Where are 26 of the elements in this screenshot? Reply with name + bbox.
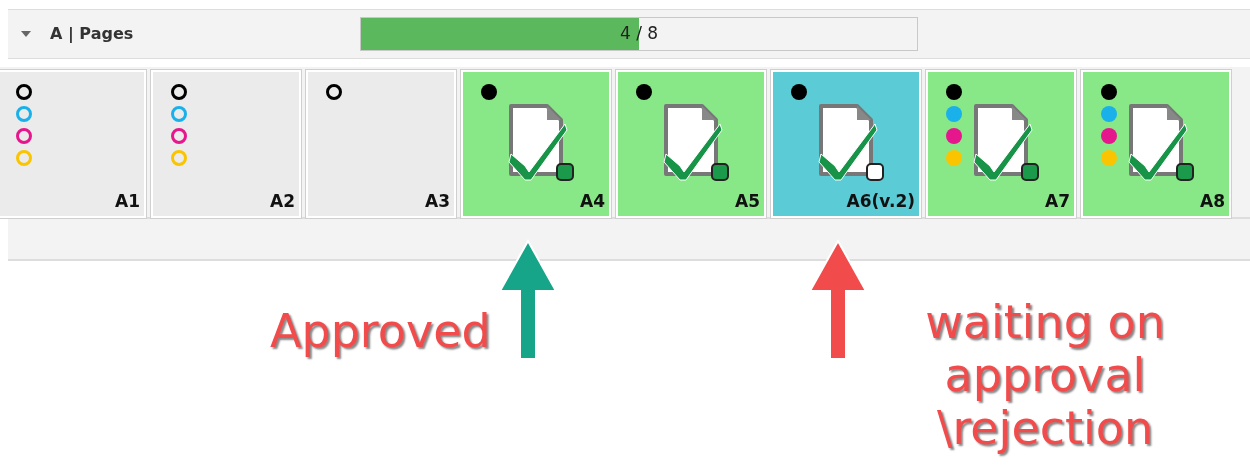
approved-document-icon [662,102,730,182]
page-label: A4 [580,189,605,213]
page-label: A1 [115,189,140,213]
page-label: A8 [1200,189,1225,213]
annotation-text: waiting on approval \rejection [924,296,1166,455]
approved-document-icon [1127,102,1195,182]
page-tile[interactable]: A6(v.2) [771,70,921,218]
page-tile[interactable]: A8 [1081,70,1231,218]
annotation-text: Approved [270,305,491,358]
page-label: A7 [1045,189,1070,213]
approved-document-icon [817,102,885,182]
page-label: A3 [425,189,450,213]
approved-document-icon [972,102,1040,182]
collapse-arrow-icon[interactable] [20,30,32,38]
page-label: A6(v.2) [846,189,915,213]
page-tile[interactable]: A2 [151,70,301,218]
page-tile[interactable]: A7 [926,70,1076,218]
page-tile[interactable]: A3 [306,70,456,218]
page-tile[interactable]: A4 [461,70,611,218]
page-tile[interactable]: A5 [616,70,766,218]
approved-document-icon [507,102,575,182]
page-label: A5 [735,189,760,213]
section-title: A | Pages [50,23,135,45]
page-tile[interactable]: A1 [0,70,146,218]
progress-text: 4 / 8 [619,22,659,46]
page-label: A2 [270,189,295,213]
